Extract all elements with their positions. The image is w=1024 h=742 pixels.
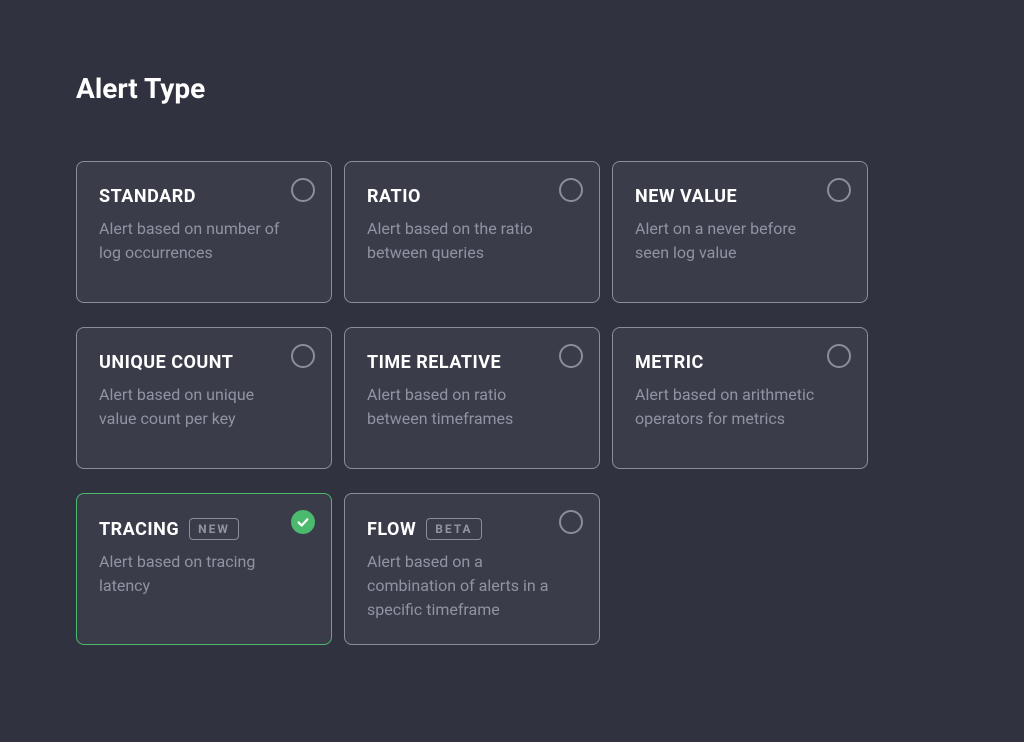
card-description: Alert based on number of log occurrences — [99, 217, 284, 265]
card-description: Alert based on the ratio between queries — [367, 217, 552, 265]
alert-type-card-time-relative[interactable]: TIME RELATIVE Alert based on ratio betwe… — [344, 327, 600, 469]
alert-type-card-flow[interactable]: FLOW BETA Alert based on a combination o… — [344, 493, 600, 645]
radio-icon — [291, 344, 315, 368]
alert-type-card-metric[interactable]: METRIC Alert based on arithmetic operato… — [612, 327, 868, 469]
radio-icon — [291, 178, 315, 202]
check-icon — [291, 510, 315, 534]
radio-icon — [559, 510, 583, 534]
card-header: UNIQUE COUNT — [99, 352, 309, 373]
card-description: Alert on a never before seen log value — [635, 217, 820, 265]
badge-new: NEW — [189, 518, 239, 540]
alert-type-card-unique-count[interactable]: UNIQUE COUNT Alert based on unique value… — [76, 327, 332, 469]
card-description: Alert based on tracing latency — [99, 550, 284, 598]
radio-icon — [827, 344, 851, 368]
card-header: TRACING NEW — [99, 518, 309, 540]
card-header: STANDARD — [99, 186, 309, 207]
card-title: RATIO — [367, 186, 421, 207]
card-header: METRIC — [635, 352, 845, 373]
card-title: UNIQUE COUNT — [99, 352, 233, 373]
card-description: Alert based on unique value count per ke… — [99, 383, 284, 431]
alert-type-card-new-value[interactable]: NEW VALUE Alert on a never before seen l… — [612, 161, 868, 303]
card-header: NEW VALUE — [635, 186, 845, 207]
badge-beta: BETA — [426, 518, 481, 540]
card-description: Alert based on ratio between timeframes — [367, 383, 552, 431]
card-header: FLOW BETA — [367, 518, 577, 540]
alert-type-cards-grid: STANDARD Alert based on number of log oc… — [76, 161, 948, 645]
card-title: TRACING — [99, 519, 179, 540]
radio-icon — [559, 178, 583, 202]
card-header: RATIO — [367, 186, 577, 207]
card-title: NEW VALUE — [635, 186, 737, 207]
card-title: FLOW — [367, 519, 416, 540]
radio-icon — [559, 344, 583, 368]
section-title: Alert Type — [76, 72, 948, 105]
card-description: Alert based on a combination of alerts i… — [367, 550, 552, 622]
alert-type-card-standard[interactable]: STANDARD Alert based on number of log oc… — [76, 161, 332, 303]
card-description: Alert based on arithmetic operators for … — [635, 383, 820, 431]
alert-type-card-tracing[interactable]: TRACING NEW Alert based on tracing laten… — [76, 493, 332, 645]
card-title: METRIC — [635, 352, 704, 373]
card-header: TIME RELATIVE — [367, 352, 577, 373]
card-title: STANDARD — [99, 186, 196, 207]
card-title: TIME RELATIVE — [367, 352, 501, 373]
radio-icon — [827, 178, 851, 202]
alert-type-card-ratio[interactable]: RATIO Alert based on the ratio between q… — [344, 161, 600, 303]
